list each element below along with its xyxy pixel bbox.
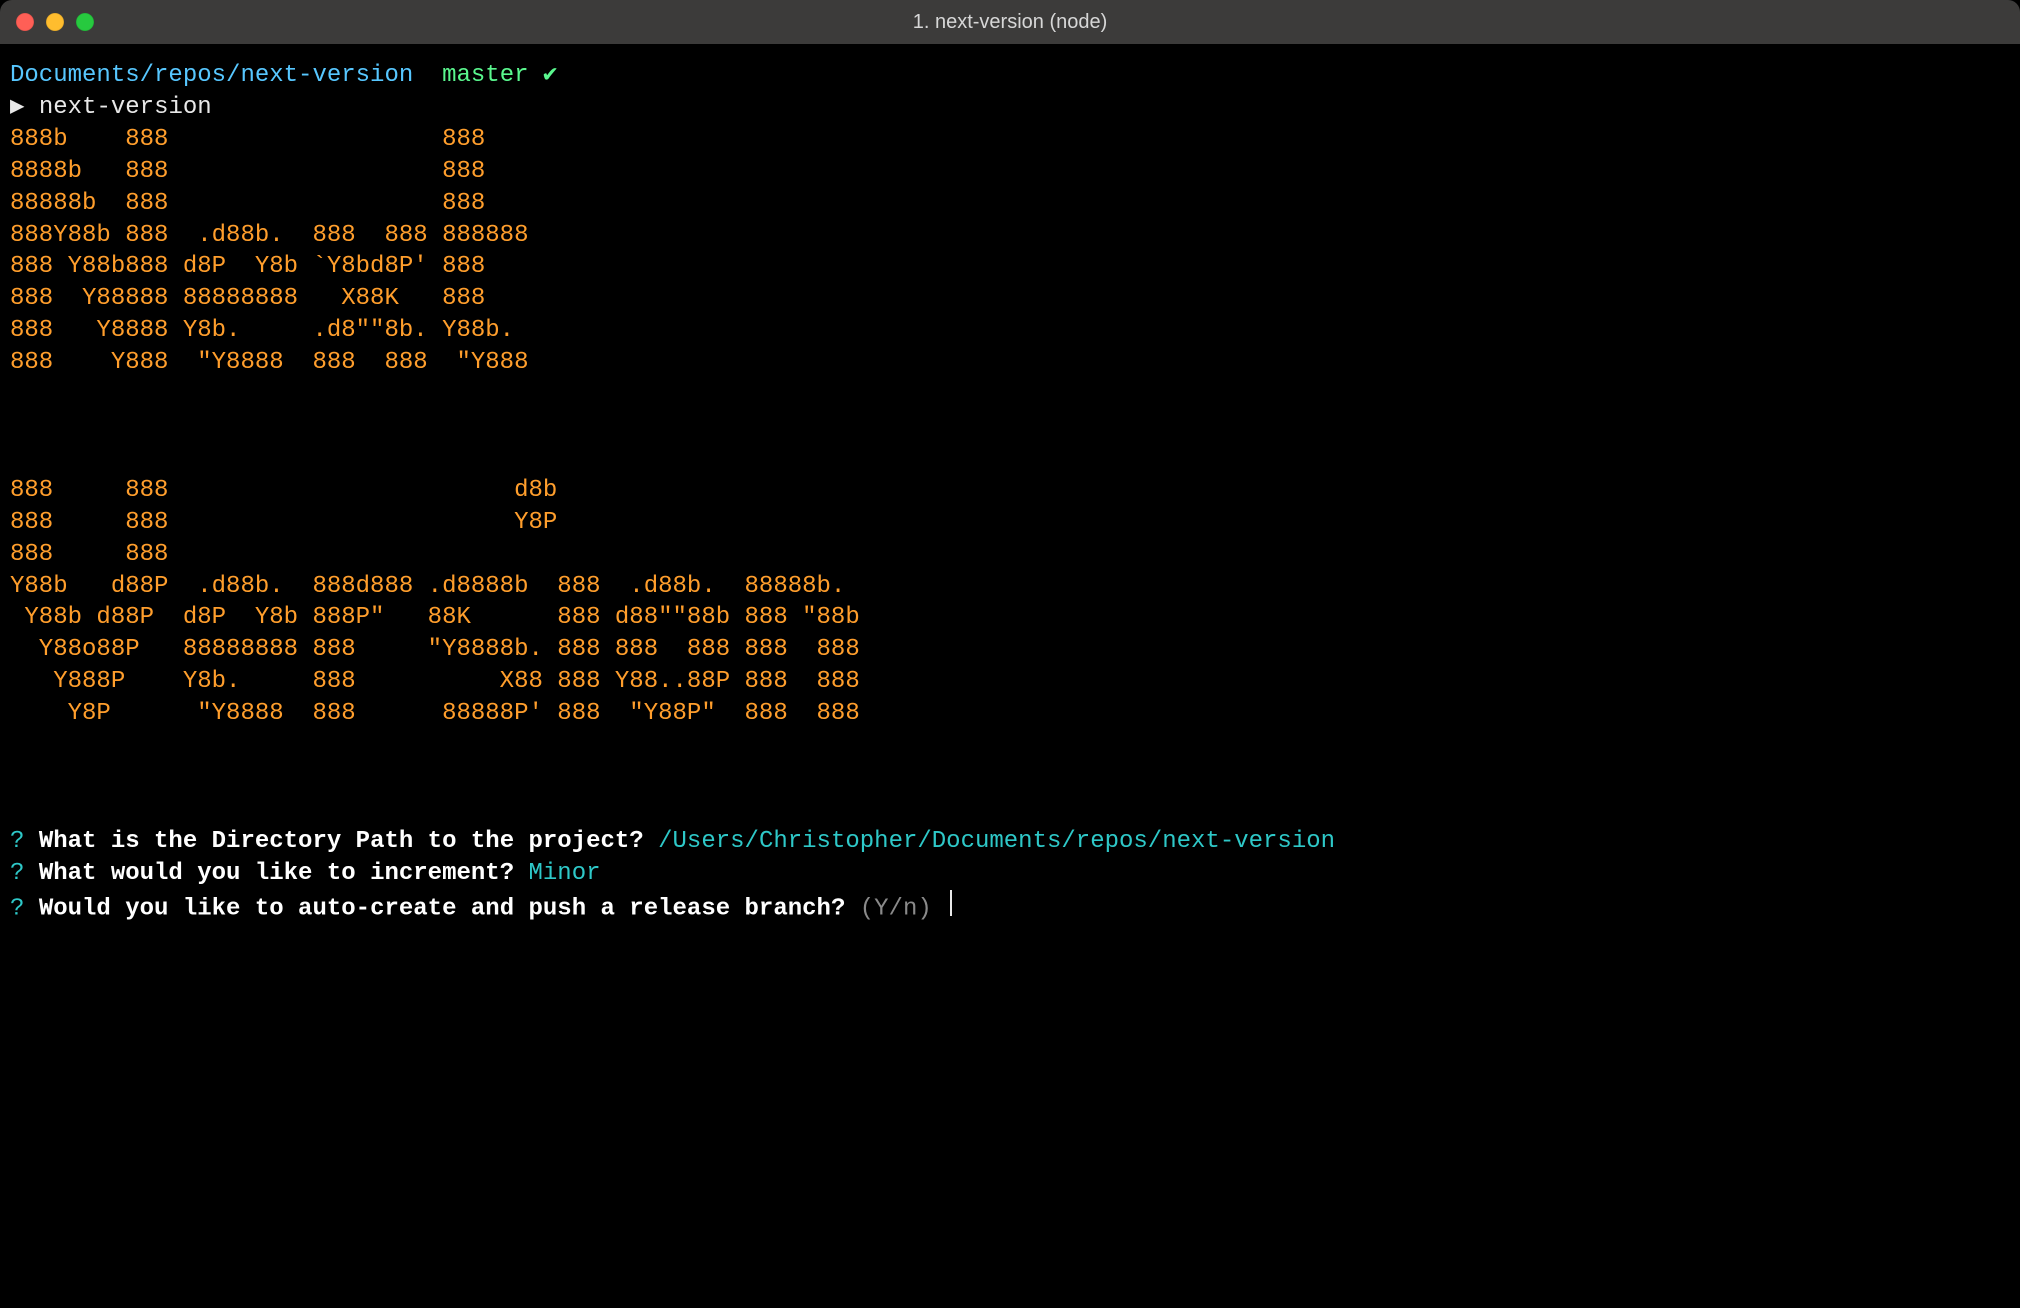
command-input: next-version [39, 94, 212, 121]
prompt-arrow-icon: ▶ [10, 94, 24, 121]
prompt-answer: /Users/Christopher/Documents/repos/next-… [658, 828, 1335, 855]
ascii-version-line: Y888P Y8b. 888 X88 888 Y88..88P 888 888 [10, 668, 874, 695]
ascii-version-line: Y88o88P 88888888 888 "Y8888b. 888 888 88… [10, 636, 874, 663]
traffic-lights [0, 13, 94, 31]
prompt-answer: Minor [529, 860, 601, 887]
text-cursor[interactable] [950, 890, 952, 916]
titlebar: 1. next-version (node) [0, 0, 2020, 45]
ascii-version-line: 888 888 d8b [10, 477, 817, 504]
ascii-next-line: 888Y88b 888 .d88b. 888 888 888888 [10, 222, 543, 249]
zoom-icon[interactable] [76, 13, 94, 31]
prompt-question: What would you like to increment? [39, 860, 514, 887]
ascii-version-line: Y88b d88P d8P Y8b 888P" 88K 888 d88""88b… [10, 604, 874, 631]
ascii-next-line: 888b 888 888 [10, 126, 543, 153]
ascii-next-line: 888 Y888 "Y8888 888 888 "Y888 [10, 349, 543, 376]
close-icon[interactable] [16, 13, 34, 31]
prompt-mark-icon: ? [10, 828, 24, 855]
ascii-next-line: 88888b 888 888 [10, 190, 543, 217]
prompt-hint: (Y/n) [860, 895, 932, 922]
ascii-next-line: 888 Y88888 88888888 X88K 888 [10, 285, 543, 312]
prompt-question: What is the Directory Path to the projec… [39, 828, 644, 855]
ascii-version-line: Y88b d88P .d88b. 888d888 .d8888b 888 .d8… [10, 573, 874, 600]
ascii-version-line: Y8P "Y8888 888 88888P' 888 "Y88P" 888 88… [10, 700, 874, 727]
ascii-version-line: 888 888 [10, 541, 817, 568]
minimize-icon[interactable] [46, 13, 64, 31]
terminal-window: 1. next-version (node) 21m Documents/rep… [0, 0, 2020, 1308]
terminal-viewport[interactable]: Documents/repos/next-version master ✔ ▶ … [0, 44, 2020, 1308]
prompt-mark-icon: ? [10, 860, 24, 887]
ascii-next-line: 8888b 888 888 [10, 158, 543, 185]
prompt-path: Documents/repos/next-version [10, 62, 413, 89]
ascii-version-line: 888 888 Y8P [10, 509, 817, 536]
ascii-next-line: 888 Y8888 Y8b. .d8""8b. Y88b. [10, 317, 543, 344]
prompt-branch: master [442, 62, 528, 89]
prompt-mark-icon: ? [10, 895, 24, 922]
prompt-question: Would you like to auto-create and push a… [39, 895, 846, 922]
prompt-status-icon: ✔ [543, 62, 557, 89]
ascii-next-line: 888 Y88b888 d8P Y8b `Y8bd8P' 888 [10, 253, 543, 280]
window-title: 1. next-version (node) [0, 11, 2020, 34]
